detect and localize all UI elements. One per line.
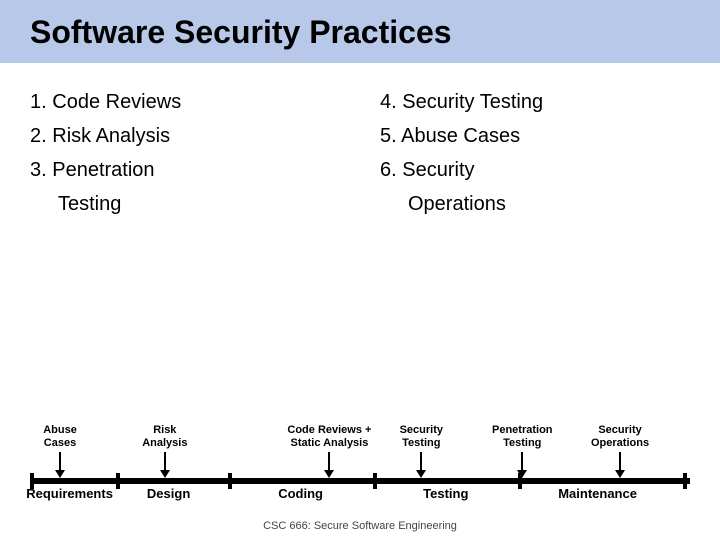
list-item-2: 2. Risk Analysis <box>30 121 340 151</box>
content-area: 1. Code Reviews 2. Risk Analysis 3. Pene… <box>0 63 720 408</box>
phases-row: Requirements Design Coding Testing Maint… <box>30 486 690 514</box>
list-text-5: Abuse Cases <box>401 125 520 147</box>
timeline-line <box>30 478 690 484</box>
arrow-risk-analysis: RiskAnalysis <box>142 424 187 478</box>
list-item-3-cont: Testing <box>58 189 340 219</box>
list-number-5: 5. <box>380 125 397 147</box>
footer-text: CSC 666: Secure Software Engineering <box>263 520 457 532</box>
arrow-shaft-penetration-testing <box>521 452 523 470</box>
list-item-1: 1. Code Reviews <box>30 87 340 117</box>
phase-maintenance: Maintenance <box>558 486 637 501</box>
arrow-label-abuse-cases: AbuseCases <box>43 424 77 450</box>
list-text-3-line2: Testing <box>58 193 121 215</box>
phase-requirements: Requirements <box>26 486 113 501</box>
left-list: 1. Code Reviews 2. Risk Analysis 3. Pene… <box>30 87 340 408</box>
list-text-3: Penetration <box>52 159 154 181</box>
page: Software Security Practices 1. Code Revi… <box>0 0 720 540</box>
arrow-shaft-risk-analysis <box>164 452 166 470</box>
arrow-shaft-code-reviews <box>328 452 330 470</box>
arrow-head-abuse-cases <box>55 470 65 478</box>
list-item-3: 3. Penetration <box>30 155 340 185</box>
list-number-2: 2. <box>30 125 47 147</box>
arrow-label-code-reviews: Code Reviews +Static Analysis <box>287 424 371 450</box>
page-title: Software Security Practices <box>30 14 690 51</box>
list-number-3: 3. <box>30 159 47 181</box>
list-text-6: Security <box>402 159 474 181</box>
arrow-head-risk-analysis <box>160 470 170 478</box>
arrow-security-testing: SecurityTesting <box>400 424 443 478</box>
list-text-4: Security Testing <box>402 91 543 113</box>
arrow-penetration-testing: PenetrationTesting <box>492 424 553 478</box>
phase-coding: Coding <box>278 486 323 501</box>
arrow-shaft-security-testing <box>420 452 422 470</box>
arrow-label-penetration-testing: PenetrationTesting <box>492 424 553 450</box>
timeline-wrapper: AbuseCases RiskAnalysis Code Reviews +St… <box>30 418 690 514</box>
arrow-security-operations: SecurityOperations <box>591 424 649 478</box>
arrow-code-reviews: Code Reviews +Static Analysis <box>287 424 371 478</box>
arrow-shaft-abuse-cases <box>59 452 61 470</box>
list-number-6: 6. <box>380 159 397 181</box>
arrow-label-risk-analysis: RiskAnalysis <box>142 424 187 450</box>
title-bar: Software Security Practices <box>0 0 720 63</box>
arrow-head-security-operations <box>615 470 625 478</box>
arrow-label-security-operations: SecurityOperations <box>591 424 649 450</box>
list-number-1: 1. <box>30 91 47 113</box>
list-item-6-cont: Operations <box>408 189 690 219</box>
list-item-6: 6. Security <box>380 155 690 185</box>
list-number-4: 4. <box>380 91 397 113</box>
arrow-shaft-security-operations <box>619 452 621 470</box>
list-text-1: Code Reviews <box>52 91 181 113</box>
arrow-head-code-reviews <box>324 470 334 478</box>
list-item-4: 4. Security Testing <box>380 87 690 117</box>
arrow-abuse-cases: AbuseCases <box>43 424 77 478</box>
arrow-label-security-testing: SecurityTesting <box>400 424 443 450</box>
phase-design: Design <box>147 486 190 501</box>
timeline-section: AbuseCases RiskAnalysis Code Reviews +St… <box>0 408 720 514</box>
arrow-head-security-testing <box>416 470 426 478</box>
list-text-2: Risk Analysis <box>52 125 170 147</box>
list-item-5: 5. Abuse Cases <box>380 121 690 151</box>
list-text-6-line2: Operations <box>408 193 506 215</box>
right-list: 4. Security Testing 5. Abuse Cases 6. Se… <box>380 87 690 408</box>
footer: CSC 666: Secure Software Engineering <box>0 514 720 540</box>
arrows-row: AbuseCases RiskAnalysis Code Reviews +St… <box>30 418 690 478</box>
phase-testing: Testing <box>423 486 468 501</box>
